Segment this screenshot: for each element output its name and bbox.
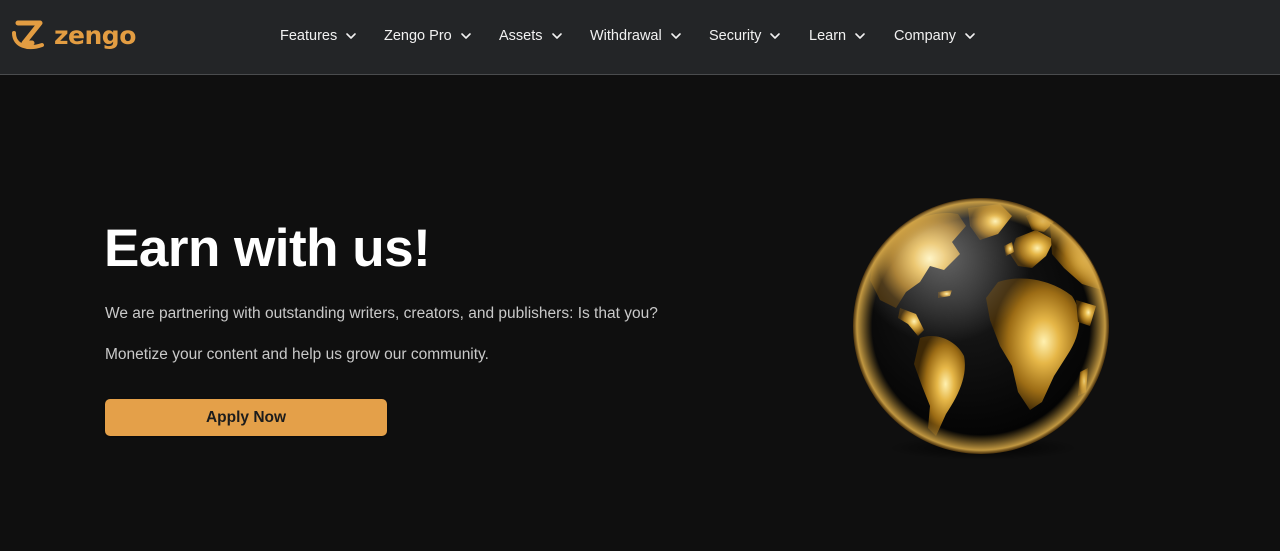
nav-item-company[interactable]: Company xyxy=(894,24,976,48)
chevron-down-icon xyxy=(551,33,562,39)
chevron-down-icon xyxy=(855,33,865,39)
nav-item-zengo-pro[interactable]: Zengo Pro xyxy=(384,24,472,48)
nav-item-learn[interactable]: Learn xyxy=(809,24,866,48)
chevron-down-icon xyxy=(460,33,471,39)
hero-paragraph-partnering: We are partnering with outstanding write… xyxy=(105,305,658,322)
nav-item-label: Withdrawal xyxy=(590,28,662,44)
hero-title: Earn with us! xyxy=(104,219,431,278)
nav-item-assets[interactable]: Assets xyxy=(499,24,563,48)
chevron-down-icon xyxy=(346,33,357,39)
nav-item-label: Assets xyxy=(499,28,543,44)
top-navigation-bar: zengo Features Zengo Pro Assets Withdraw… xyxy=(0,0,1280,75)
chevron-down-icon xyxy=(965,33,975,39)
nav-item-label: Learn xyxy=(809,28,847,44)
chevron-down-icon xyxy=(770,33,781,39)
nav-item-features[interactable]: Features xyxy=(280,24,357,48)
nav-item-label: Zengo Pro xyxy=(384,28,452,44)
apply-now-button[interactable]: Apply Now xyxy=(105,399,387,436)
nav-item-label: Features xyxy=(280,28,338,44)
nav-item-withdrawal[interactable]: Withdrawal xyxy=(590,24,682,48)
nav-item-label: Security xyxy=(709,28,762,44)
golden-globe-image xyxy=(853,198,1109,460)
hero-paragraph-monetize: Monetize your content and help us grow o… xyxy=(105,346,489,363)
main-menu: Features Zengo Pro Assets Withdrawal Sec… xyxy=(0,0,1280,75)
nav-item-label: Company xyxy=(894,28,957,44)
nav-item-security[interactable]: Security xyxy=(709,24,781,48)
chevron-down-icon xyxy=(670,33,681,39)
